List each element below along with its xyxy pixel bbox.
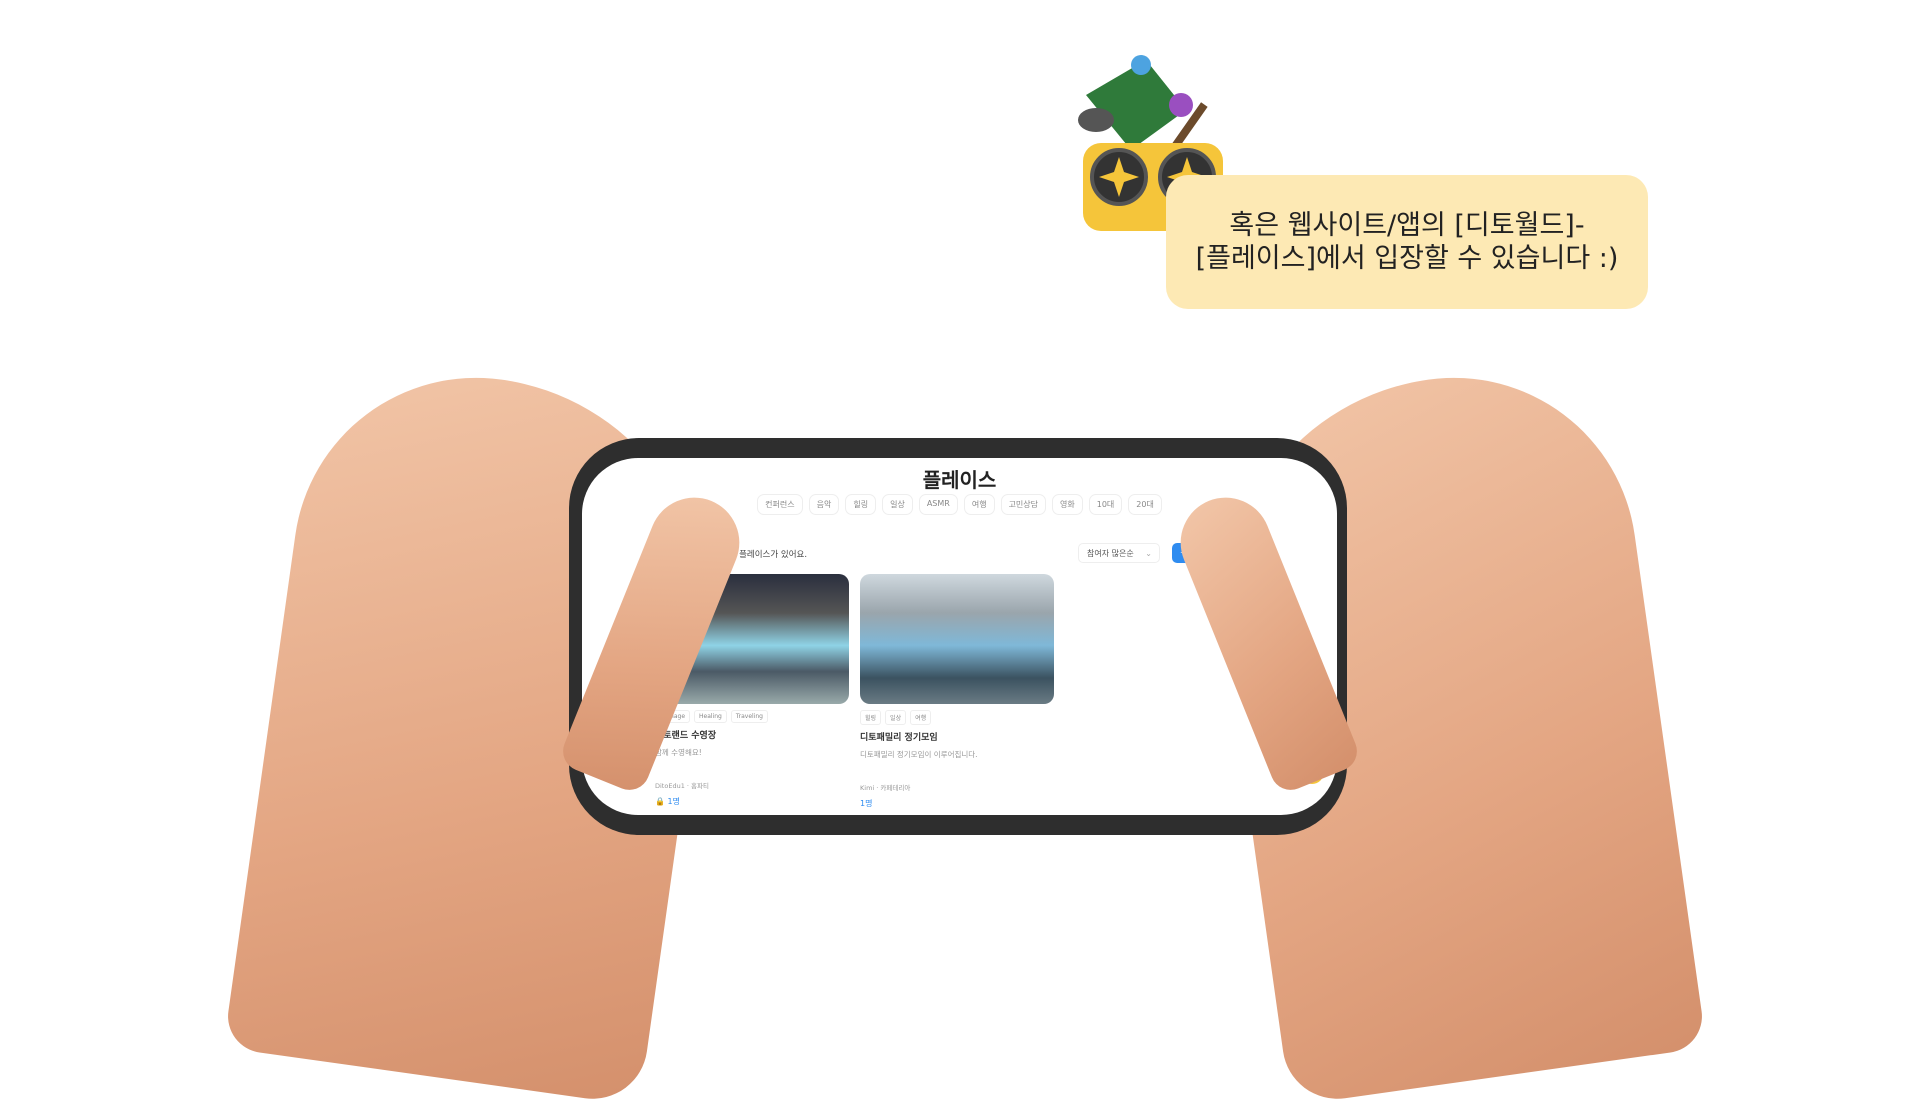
category-chip[interactable]: 영화 [1052,494,1083,515]
place-name: 디토패밀리 정기모임 [860,733,938,743]
place-description: 함께 수영해요! [655,748,702,757]
place-thumbnail[interactable] [860,574,1054,704]
place-tag: 힐링 [860,710,882,725]
place-tag: Healing [694,710,727,723]
place-meta: DitoEdu1 · 홈파티 [655,782,709,790]
callout-line-2: [플레이스]에서 입장할 수 있습니다 :) [1195,243,1619,274]
lock-icon: 🔒 [655,797,665,806]
category-chip[interactable]: 20대 [1128,494,1162,515]
sort-value: 참여자 많은순 [1087,549,1134,558]
callout-bubble: 혹은 웹사이트/앱의 [디토월드]- [플레이스]에서 입장할 수 있습니다 :… [1166,175,1648,309]
place-tag: 여행 [910,710,932,725]
category-chip[interactable]: 음악 [808,494,840,515]
category-chip[interactable]: 컨퍼런스 [757,494,803,515]
place-description: 디토패밀리 정기모임이 이루어집니다. [860,750,978,759]
place-tag: Traveling [730,710,768,723]
user-count: 1명 [667,797,680,806]
category-chip[interactable]: 힐링 [845,494,877,515]
sort-dropdown[interactable]: 참여자 많은순 ⌄ [1078,543,1160,563]
callout-line-1: 혹은 웹사이트/앱의 [디토월드]- [1229,210,1585,241]
category-chip[interactable]: 고민상담 [1000,494,1047,515]
category-chip[interactable]: ASMR [918,494,958,515]
count-suffix: 의 플레이스가 있어요. [728,550,808,560]
category-chip[interactable]: 10대 [1088,494,1123,515]
place-users: 🔒 1명 [655,796,849,807]
category-chip[interactable]: 일상 [882,494,913,515]
user-count: 1명 [860,799,873,808]
page-title: 플레이스 [922,468,997,492]
place-meta: Kimi · 카페테리아 [860,784,911,792]
place-tag: 일상 [885,710,907,725]
chevron-down-icon: ⌄ [1145,549,1152,558]
category-chip[interactable]: 여행 [963,494,995,515]
place-name: 디토랜드 수영장 [655,731,717,741]
place-card[interactable]: 힐링 일상 여행 디토패밀리 정기모임 디토패밀리 정기모임이 이루어집니다. … [860,574,1054,809]
